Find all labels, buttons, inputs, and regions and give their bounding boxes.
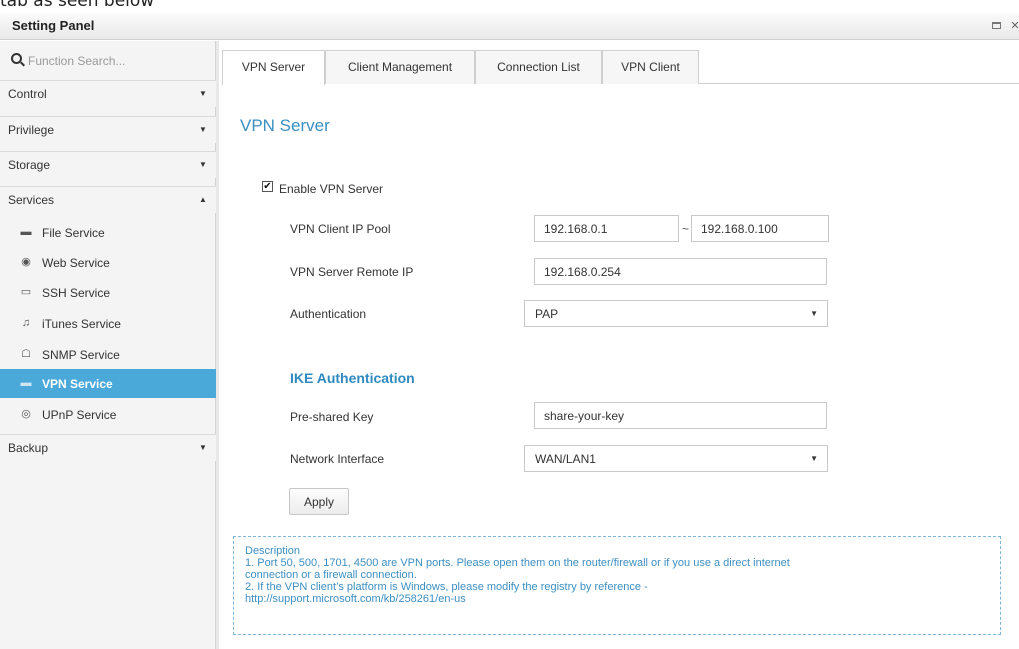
sidebar-item-label: SNMP Service [42,348,120,362]
ike-authentication-heading: IKE Authentication [290,370,415,386]
authentication-label: Authentication [290,307,367,321]
tab-vpn-client[interactable]: VPN Client [602,50,699,84]
nav-group-label: Privilege [8,123,55,137]
nav-group-label: Control [8,87,47,101]
title-bar: Setting Panel ✕ [0,13,1019,40]
chevron-down-icon: ▼ [810,454,818,463]
vpn-icon: ▬ [20,377,32,389]
sidebar-item-snmp-service[interactable]: ☖ SNMP Service [0,340,216,369]
description-line-2: 2. If the VPN client’s platform is Windo… [245,581,648,593]
sidebar-item-file-service[interactable]: ▬ File Service [0,218,216,247]
file-service-icon: ▬ [20,226,32,238]
sidebar-item-label: File Service [42,226,105,240]
sidebar-item-label: Web Service [42,256,110,270]
window-title: Setting Panel [12,18,95,33]
sidebar-item-web-service[interactable]: ◉ Web Service [0,248,216,277]
nav-group-storage[interactable]: Storage ▼ [0,151,216,178]
function-search[interactable] [0,50,216,72]
authentication-value: PAP [535,307,559,321]
sidebar-item-upnp-service[interactable]: ◎ UPnP Service [0,400,216,429]
nav-group-backup[interactable]: Backup ▼ [0,434,216,461]
nav-group-label: Backup [8,441,49,455]
tab-vpn-server[interactable]: VPN Server [222,50,325,85]
search-input[interactable] [28,52,208,70]
maximize-icon[interactable] [989,19,1003,33]
apply-button[interactable]: Apply [289,488,349,515]
ip-pool-label: VPN Client IP Pool [290,222,391,236]
tab-client-management[interactable]: Client Management [325,50,475,84]
nav-group-label: Storage [8,158,51,172]
sidebar-item-itunes-service[interactable]: ♫ iTunes Service [0,309,216,338]
enable-vpn-checkbox[interactable]: ✔ [262,181,273,192]
search-icon [11,53,22,64]
description-title: Description [245,545,301,557]
tab-bar: VPN Server Client Management Connection … [222,50,1019,85]
sidebar: Control ▼ Privilege ▼ Storage ▼ Services… [0,41,219,649]
description-line-1b: connection or a firewall connection. [245,569,417,581]
ip-pool-end-field[interactable] [691,215,829,242]
ip-pool-separator: ~ [682,222,690,236]
nav-group-services[interactable]: Services ▲ [0,186,216,213]
page-caption: tab as seen below [0,0,155,11]
enable-vpn-label: Enable VPN Server [279,182,384,196]
network-tree-icon: ☖ [21,348,31,360]
nav-group-label: Services [8,193,55,207]
tab-connection-list[interactable]: Connection List [475,50,602,84]
page-title: VPN Server [240,116,330,135]
chevron-down-icon: ▼ [199,160,207,169]
chevron-down-icon: ▼ [199,125,207,134]
chevron-down-icon: ▼ [810,309,818,318]
authentication-select[interactable]: PAP ▼ [524,300,828,327]
description-box: Description 1. Port 50, 500, 1701, 4500 … [233,536,1001,635]
sidebar-item-label: UPnP Service [42,408,117,422]
chevron-down-icon: ▼ [199,89,207,98]
nav-group-control[interactable]: Control ▼ [0,80,216,107]
remote-ip-field[interactable] [534,258,827,285]
sidebar-item-label: iTunes Service [42,317,121,331]
network-interface-label: Network Interface [290,452,385,466]
ssh-terminal-icon: ▭ [20,286,32,298]
network-interface-value: WAN/LAN1 [535,452,596,466]
chevron-down-icon: ▼ [199,443,207,452]
close-icon[interactable]: ✕ [1008,19,1019,33]
music-note-icon: ♫ [21,317,31,329]
broadcast-icon: ◎ [21,408,31,420]
sidebar-item-ssh-service[interactable]: ▭ SSH Service [0,278,216,307]
remote-ip-label: VPN Server Remote IP [290,265,414,279]
description-link[interactable]: http://support.microsoft.com/kb/258261/e… [245,593,989,605]
pre-shared-key-label: Pre-shared Key [290,410,374,424]
chevron-up-icon: ▲ [199,195,207,204]
description-line-1: 1. Port 50, 500, 1701, 4500 are VPN port… [245,557,790,569]
network-interface-select[interactable]: WAN/LAN1 ▼ [524,445,828,472]
pre-shared-key-field[interactable] [534,402,827,429]
ip-pool-start-field[interactable] [534,215,679,242]
sidebar-item-vpn-service[interactable]: ▬ VPN Service [0,369,216,398]
sidebar-item-label: VPN Service [42,377,113,391]
nav-group-privilege[interactable]: Privilege ▼ [0,116,216,143]
sidebar-item-label: SSH Service [42,286,111,300]
web-service-icon: ◉ [21,256,31,268]
